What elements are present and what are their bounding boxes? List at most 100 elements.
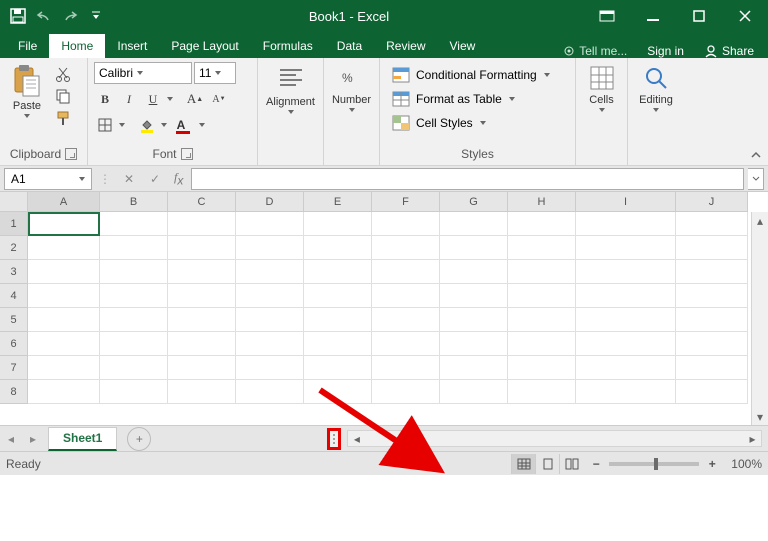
horizontal-scrollbar[interactable]: ◂ ▸	[347, 430, 762, 447]
fill-color-button[interactable]	[136, 114, 158, 136]
share-button[interactable]: Share	[694, 44, 764, 58]
cell[interactable]	[576, 380, 676, 404]
format-painter-icon[interactable]	[52, 108, 74, 128]
row-header[interactable]: 4	[0, 284, 28, 308]
cell[interactable]	[676, 236, 748, 260]
select-all-corner[interactable]	[0, 192, 28, 212]
paste-button[interactable]: Paste	[6, 62, 48, 120]
cell[interactable]	[100, 308, 168, 332]
scroll-left-icon[interactable]: ◂	[348, 431, 365, 446]
tab-formulas[interactable]: Formulas	[251, 34, 325, 58]
cell[interactable]	[304, 332, 372, 356]
qat-customize-icon[interactable]	[84, 4, 108, 28]
shrink-font-button[interactable]: A▼	[208, 88, 230, 110]
column-header[interactable]: B	[100, 192, 168, 212]
cell[interactable]	[304, 308, 372, 332]
alignment-button[interactable]: Alignment	[264, 62, 317, 116]
cell[interactable]	[508, 308, 576, 332]
conditional-formatting-button[interactable]: Conditional Formatting	[388, 64, 555, 86]
editing-button[interactable]: Editing	[635, 62, 677, 114]
ribbon-display-icon[interactable]	[584, 0, 630, 32]
underline-dropdown[interactable]	[166, 97, 174, 101]
cell[interactable]	[28, 260, 100, 284]
cell[interactable]	[372, 380, 440, 404]
cells-button[interactable]: Cells	[581, 62, 623, 114]
alignment-dropdown[interactable]	[287, 110, 295, 114]
cell[interactable]	[100, 284, 168, 308]
cell[interactable]	[236, 212, 304, 236]
cancel-formula-icon[interactable]: ✕	[118, 168, 140, 190]
cell[interactable]	[304, 356, 372, 380]
cell[interactable]	[676, 356, 748, 380]
cell[interactable]	[576, 284, 676, 308]
font-name-combo[interactable]: Calibri	[94, 62, 192, 84]
cell[interactable]	[28, 332, 100, 356]
cell[interactable]	[372, 212, 440, 236]
number-button[interactable]: % Number	[330, 62, 373, 114]
format-as-table-button[interactable]: Format as Table	[388, 88, 555, 110]
tab-nav-prev-icon[interactable]: ◂	[0, 428, 22, 450]
minimize-icon[interactable]	[630, 0, 676, 32]
cell[interactable]	[28, 308, 100, 332]
cell[interactable]	[304, 380, 372, 404]
zoom-in-button[interactable]: +	[705, 457, 719, 471]
cell[interactable]	[100, 356, 168, 380]
borders-dropdown[interactable]	[118, 123, 126, 127]
redo-icon[interactable]	[58, 4, 82, 28]
row-header[interactable]: 5	[0, 308, 28, 332]
underline-button[interactable]: U	[142, 88, 164, 110]
cell[interactable]	[440, 332, 508, 356]
cell[interactable]	[576, 308, 676, 332]
cut-icon[interactable]	[52, 64, 74, 84]
cell[interactable]	[236, 332, 304, 356]
cell[interactable]	[508, 236, 576, 260]
cell[interactable]	[100, 260, 168, 284]
vertical-scrollbar[interactable]: ▴ ▾	[751, 212, 768, 425]
row-header[interactable]: 8	[0, 380, 28, 404]
row-header[interactable]: 6	[0, 332, 28, 356]
cell[interactable]	[372, 260, 440, 284]
cell[interactable]	[508, 356, 576, 380]
name-box[interactable]: A1	[4, 168, 92, 190]
cell[interactable]	[372, 284, 440, 308]
row-header[interactable]: 2	[0, 236, 28, 260]
sheet-tab[interactable]: Sheet1	[48, 427, 117, 451]
column-header[interactable]: G	[440, 192, 508, 212]
tab-home[interactable]: Home	[49, 34, 105, 58]
tab-insert[interactable]: Insert	[105, 34, 159, 58]
tab-page-layout[interactable]: Page Layout	[159, 34, 250, 58]
save-icon[interactable]	[6, 4, 30, 28]
cell[interactable]	[168, 308, 236, 332]
cell[interactable]	[168, 236, 236, 260]
cell[interactable]	[676, 380, 748, 404]
bold-button[interactable]: B	[94, 88, 116, 110]
cell[interactable]	[440, 212, 508, 236]
cells-dropdown[interactable]	[598, 108, 606, 112]
cell[interactable]	[440, 308, 508, 332]
cell[interactable]	[440, 260, 508, 284]
cell[interactable]	[168, 332, 236, 356]
cell[interactable]	[440, 236, 508, 260]
row-header[interactable]: 7	[0, 356, 28, 380]
scroll-up-icon[interactable]: ▴	[752, 212, 768, 229]
column-header[interactable]: J	[676, 192, 748, 212]
fx-icon[interactable]: fx	[170, 170, 187, 187]
cell[interactable]	[168, 284, 236, 308]
font-launcher[interactable]	[181, 148, 193, 160]
row-header[interactable]: 3	[0, 260, 28, 284]
scroll-right-icon[interactable]: ▸	[744, 431, 761, 446]
undo-icon[interactable]	[32, 4, 56, 28]
tab-review[interactable]: Review	[374, 34, 437, 58]
cell[interactable]	[100, 380, 168, 404]
font-size-combo[interactable]: 11	[194, 62, 236, 84]
cell[interactable]	[28, 212, 100, 236]
cell[interactable]	[440, 356, 508, 380]
column-header[interactable]: I	[576, 192, 676, 212]
font-color-dropdown[interactable]	[198, 123, 206, 127]
cell[interactable]	[372, 308, 440, 332]
cell[interactable]	[28, 356, 100, 380]
cell[interactable]	[676, 308, 748, 332]
column-header[interactable]: D	[236, 192, 304, 212]
cell[interactable]	[100, 332, 168, 356]
paste-dropdown[interactable]	[23, 114, 31, 118]
